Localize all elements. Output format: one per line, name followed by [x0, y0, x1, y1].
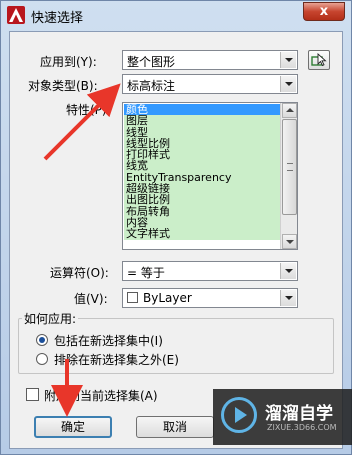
include-radio[interactable]	[36, 334, 48, 346]
property-item[interactable]: 图层	[124, 115, 280, 127]
quick-select-dialog: 快速选择 x 应用到(Y): 整个图形 对象类型(B): 标高标注 特性(P):…	[0, 0, 352, 455]
chevron-down-icon	[280, 290, 296, 306]
property-item[interactable]: 线宽	[124, 160, 280, 172]
append-label[interactable]: 附加到当前选择集(A)	[44, 387, 158, 404]
scroll-up-icon[interactable]	[282, 103, 297, 118]
scroll-down-icon[interactable]	[282, 234, 297, 249]
ok-button[interactable]: 确定	[34, 416, 112, 438]
close-icon: x	[319, 4, 329, 19]
property-item[interactable]: 线型比例	[124, 137, 280, 150]
value-text: ByLayer	[143, 291, 192, 305]
watermark-logo: 溜溜自学 ZIXUE.3D66.COM	[213, 389, 352, 445]
dialog-title: 快速选择	[31, 11, 84, 26]
property-item[interactable]: 超级链接	[124, 183, 280, 195]
chevron-down-icon	[280, 76, 296, 92]
cancel-button[interactable]: 取消	[136, 416, 214, 438]
select-objects-icon	[311, 52, 327, 67]
value-dropdown[interactable]: ByLayer	[122, 288, 298, 308]
object-type-value: 标高标注	[127, 79, 176, 93]
property-item[interactable]: 打印样式	[124, 149, 280, 161]
properties-label: 特性(P):	[66, 103, 111, 117]
object-type-label: 对象类型(B):	[28, 79, 98, 93]
close-button[interactable]: x	[303, 2, 345, 21]
chevron-down-icon	[280, 52, 296, 68]
properties-scrollbar[interactable]	[280, 103, 297, 249]
operator-dropdown[interactable]: = 等于	[122, 261, 298, 281]
property-item[interactable]: 线型	[124, 126, 280, 138]
property-item[interactable]: 布局转角	[124, 205, 280, 217]
properties-listbox[interactable]: 颜色 图层 线型 线型比例 打印样式 线宽 EntityTransparency 超级链接 出图…	[122, 102, 298, 250]
property-item[interactable]: 文字样式	[124, 228, 280, 240]
play-icon	[221, 397, 257, 433]
properties-list: 颜色 图层 线型 线型比例 打印样式 线宽 EntityTransparency 超级链接 出图…	[124, 104, 280, 240]
exclude-label[interactable]: 排除在新选择集之外(E)	[54, 351, 179, 368]
watermark-name: 溜溜自学	[265, 404, 333, 424]
title-bar[interactable]: 快速选择 x	[1, 1, 351, 29]
color-swatch-icon	[127, 292, 138, 303]
apply-to-value: 整个图形	[127, 55, 176, 69]
property-item[interactable]: 内容	[124, 216, 280, 229]
ok-label: 确定	[60, 420, 85, 434]
scroll-thumb[interactable]	[282, 119, 297, 215]
dialog-client-area: 应用到(Y): 整个图形 对象类型(B): 标高标注 特性(P): 颜色 图层 线型…	[9, 31, 343, 449]
object-type-dropdown[interactable]: 标高标注	[122, 74, 298, 94]
operator-value: = 等于	[127, 266, 165, 280]
apply-to-label: 应用到(Y):	[40, 55, 97, 69]
property-item[interactable]: 颜色	[124, 104, 280, 116]
operator-label: 运算符(O):	[50, 266, 109, 280]
include-label[interactable]: 包括在新选择集中(I)	[54, 332, 163, 349]
apply-to-dropdown[interactable]: 整个图形	[122, 50, 298, 70]
property-item[interactable]: 出图比例	[124, 194, 280, 206]
how-to-apply-title: 如何应用:	[22, 310, 79, 327]
value-label: 值(V):	[74, 292, 108, 306]
autocad-app-icon	[7, 6, 25, 24]
chevron-down-icon	[280, 263, 296, 279]
property-item[interactable]: EntityTransparency	[124, 171, 280, 184]
exclude-radio[interactable]	[36, 353, 48, 365]
select-objects-button[interactable]	[308, 50, 330, 70]
watermark-url: ZIXUE.3D66.COM	[267, 423, 337, 432]
append-checkbox[interactable]	[26, 388, 39, 401]
cancel-label: 取消	[162, 420, 187, 434]
